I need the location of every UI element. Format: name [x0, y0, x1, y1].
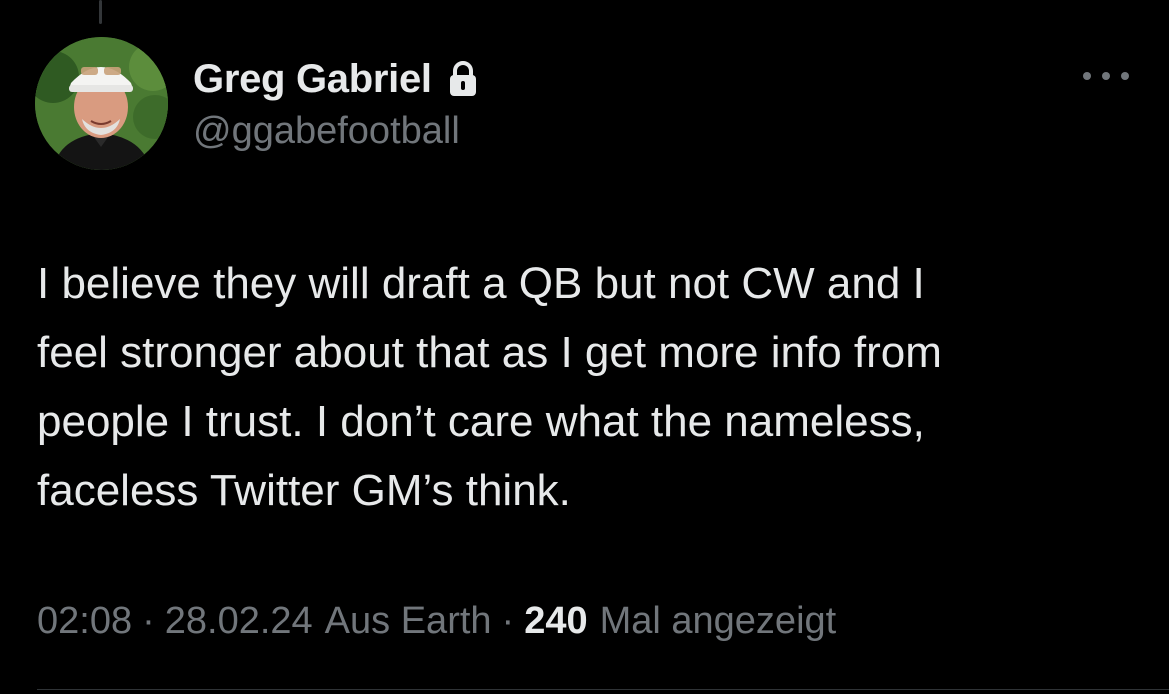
tweet-time[interactable]: 02:08 — [37, 600, 132, 643]
views-count[interactable]: 240 — [524, 600, 587, 643]
tweet-text-line: feel stronger about that as I get more i… — [37, 328, 942, 377]
author-display-name[interactable]: Greg Gabriel — [193, 57, 432, 102]
lock-icon — [446, 60, 480, 98]
divider — [37, 689, 1169, 690]
more-dot — [1121, 72, 1129, 80]
tweet-text: I believe they will draft a QB but not C… — [37, 249, 1137, 525]
avatar[interactable] — [35, 37, 168, 170]
tweet-date[interactable]: 28.02.24 — [165, 600, 313, 643]
more-dot — [1102, 72, 1110, 80]
views-label: Mal angezeigt — [599, 600, 837, 642]
tweet-text-line: I believe they will draft a QB but not C… — [37, 259, 925, 308]
author-handle[interactable]: @ggabefootball — [193, 110, 460, 153]
tweet-text-line: faceless Twitter GM’s think. — [37, 466, 571, 515]
thread-connector-line — [99, 0, 102, 24]
tweet-location: Aus Earth — [324, 600, 492, 642]
profile-photo — [35, 37, 168, 170]
more-horizontal-icon[interactable] — [1083, 62, 1129, 90]
tweet-metadata: 02:08 · 28.02.24 Aus Earth · 240 Mal ang… — [37, 600, 836, 643]
author-name-row: Greg Gabriel — [193, 54, 480, 104]
tweet-text-line: people I trust. I don’t care what the na… — [37, 397, 925, 446]
meta-separator: · — [142, 600, 155, 642]
more-dot — [1083, 72, 1091, 80]
meta-separator: · — [501, 600, 515, 642]
